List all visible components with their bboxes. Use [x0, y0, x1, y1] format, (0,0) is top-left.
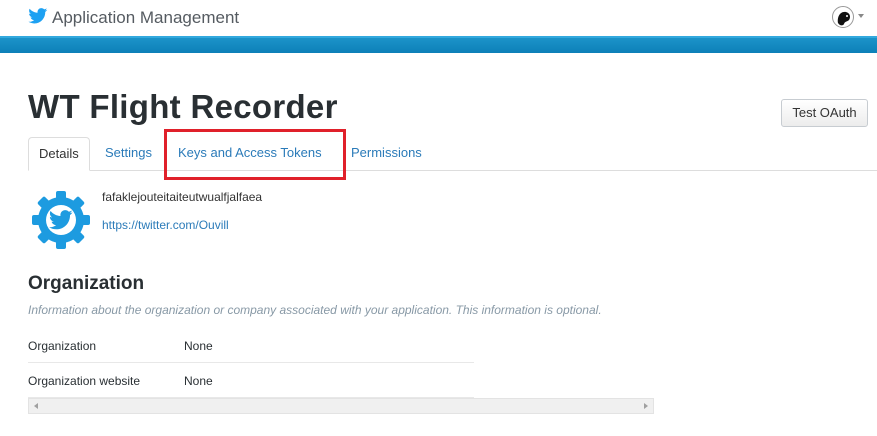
twitter-bird-icon[interactable]	[28, 8, 48, 24]
organization-info-text: Information about the organization or co…	[28, 303, 602, 317]
organization-label: Organization	[28, 339, 97, 353]
organization-website-label: Organization website	[28, 374, 141, 388]
tab-settings[interactable]: Settings	[95, 137, 162, 171]
header-accent-bar	[0, 36, 877, 53]
organization-row: Organization None	[28, 329, 474, 363]
top-nav-bar: Application Management	[0, 0, 877, 36]
test-oauth-button[interactable]: Test OAuth	[781, 99, 868, 127]
user-avatar[interactable]	[832, 6, 854, 28]
account-dropdown-caret-icon[interactable]	[858, 14, 864, 18]
organization-heading: Organization	[28, 273, 145, 294]
app-website-link[interactable]: https://twitter.com/Ouvill	[102, 218, 229, 232]
organization-value: None	[184, 339, 213, 353]
app-description: fafaklejouteitaiteutwualfjalfaea	[102, 190, 263, 204]
page-title: WT Flight Recorder	[28, 88, 338, 125]
tab-permissions[interactable]: Permissions	[341, 137, 432, 171]
horizontal-scrollbar[interactable]	[28, 398, 654, 414]
app-gear-bird-icon	[32, 191, 90, 249]
organization-website-value: None	[184, 374, 213, 388]
highlight-annotation-box	[164, 129, 346, 180]
app-management-title[interactable]: Application Management	[52, 8, 239, 28]
organization-website-row: Organization website None	[28, 364, 474, 398]
scroll-left-arrow-icon[interactable]	[34, 403, 38, 409]
avatar-image-icon	[837, 11, 850, 26]
scroll-right-arrow-icon[interactable]	[644, 403, 648, 409]
tab-details[interactable]: Details	[28, 137, 90, 171]
